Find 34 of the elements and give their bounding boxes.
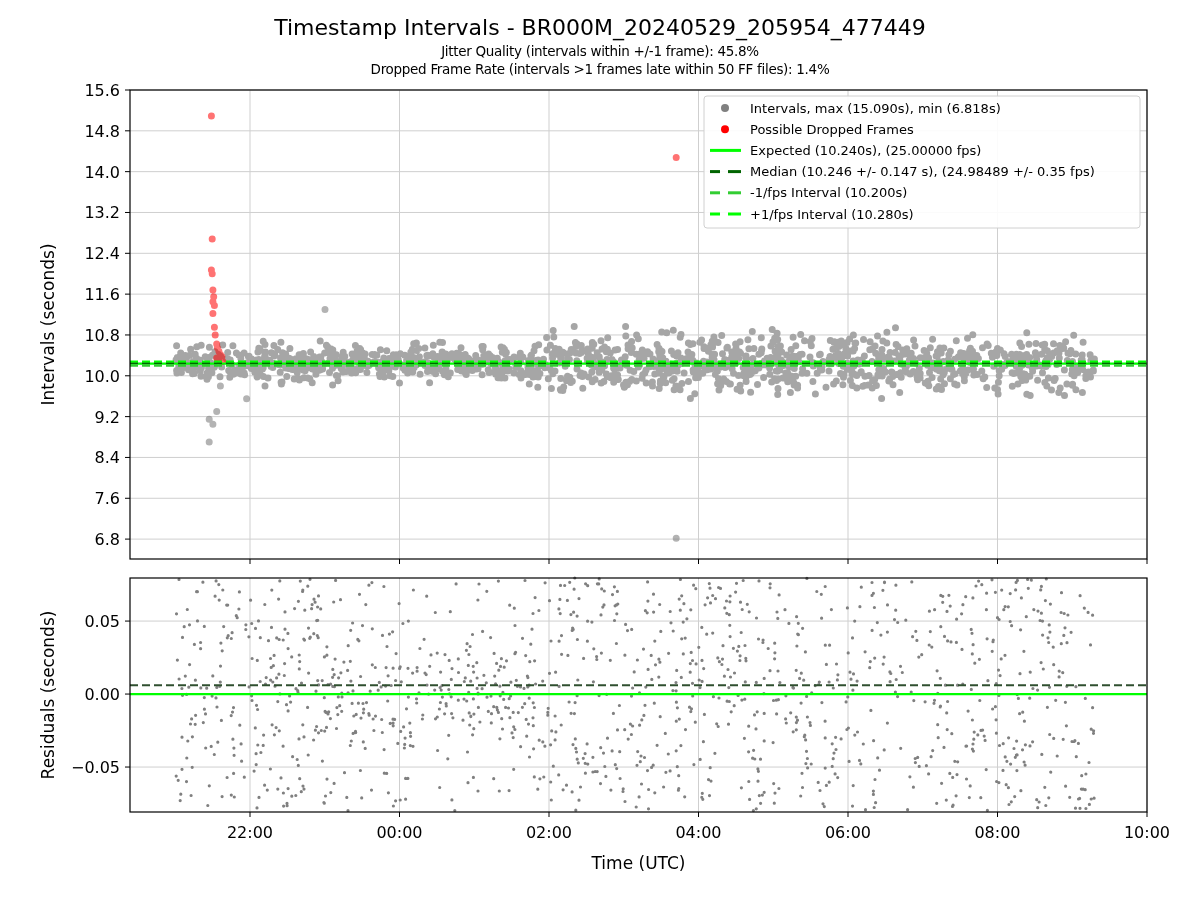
chart-title: Timestamp Intervals - BR000M_20240529_205954_477449 bbox=[274, 14, 926, 42]
y-tick-label: 14.0 bbox=[84, 162, 120, 182]
x-tick-label: 02:00 bbox=[525, 823, 573, 842]
y-tick-label: 12.4 bbox=[84, 244, 120, 264]
chart-subtitle: Dropped Frame Rate (intervals >1 frames late within 50 FF files): 1.4% bbox=[370, 60, 830, 78]
x-tick-label: 00:00 bbox=[376, 823, 423, 842]
x-tick-label: 10:00 bbox=[1123, 823, 1171, 842]
y-tick-label: 9.2 bbox=[94, 407, 120, 427]
y-tick-label: 15.6 bbox=[84, 81, 120, 100]
y-tick-label: 11.6 bbox=[84, 285, 120, 305]
y-tick-label: 10.0 bbox=[84, 366, 120, 386]
y-axis-label: Residuals (seconds) bbox=[38, 610, 58, 780]
y-tick-label: 6.8 bbox=[94, 530, 120, 550]
y-tick-label: 14.8 bbox=[84, 121, 120, 141]
x-tick-label: 06:00 bbox=[824, 823, 872, 842]
y-tick-label: 0.05 bbox=[84, 612, 120, 632]
y-tick-label: 0.00 bbox=[84, 685, 120, 705]
legend-label: Intervals, max (15.090s), min (6.818s) bbox=[750, 100, 1001, 116]
y-tick-label: 10.8 bbox=[84, 325, 120, 345]
y-tick-label: 8.4 bbox=[94, 448, 120, 468]
x-tick-label: 22:00 bbox=[226, 823, 274, 842]
legend-label: -1/fps Interval (10.200s) bbox=[750, 185, 908, 201]
chart-subtitle: Jitter Quality (intervals within +/-1 frame): 45.8% bbox=[441, 42, 759, 60]
legend-label: Expected (10.240s), (25.00000 fps) bbox=[750, 142, 982, 158]
x-axis-label: Time (UTC) bbox=[591, 853, 686, 873]
y-tick-label: 7.6 bbox=[94, 489, 120, 509]
x-tick-label: 04:00 bbox=[675, 823, 722, 842]
y-tick-label: −0.05 bbox=[70, 758, 120, 778]
y-tick-label: 13.2 bbox=[84, 203, 120, 223]
legend-label: Possible Dropped Frames bbox=[750, 121, 914, 137]
legend-label: +1/fps Interval (10.280s) bbox=[750, 206, 914, 222]
legend-label: Median (10.246 +/- 0.147 s), (24.98489 +/- 0.35 fps) bbox=[750, 164, 1095, 180]
x-tick-label: 08:00 bbox=[974, 823, 1021, 842]
y-axis-label: Intervals (seconds) bbox=[38, 243, 58, 406]
